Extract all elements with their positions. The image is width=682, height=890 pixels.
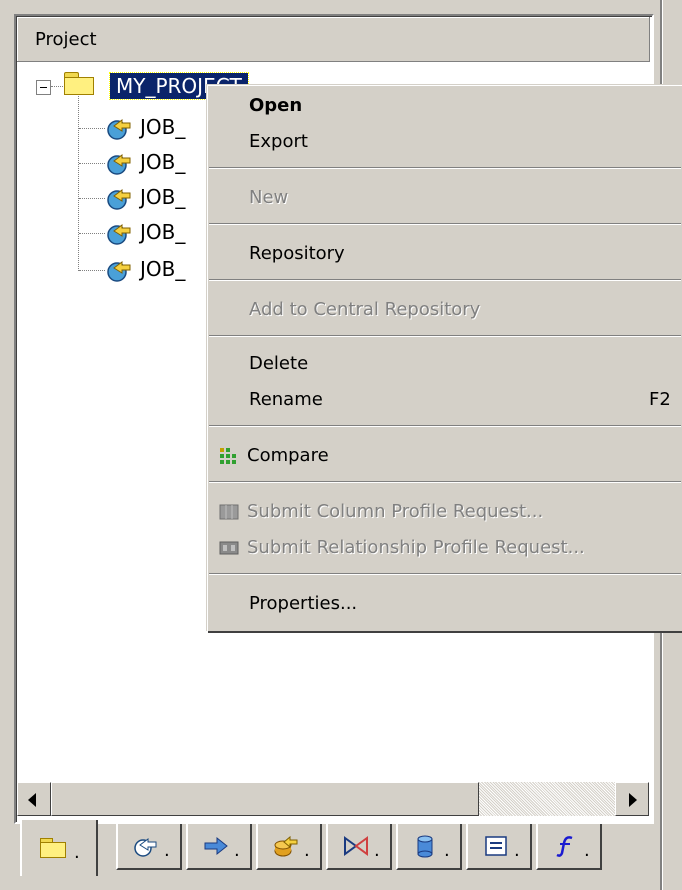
- menu-separator: [209, 573, 681, 575]
- job-icon: [107, 261, 131, 282]
- context-menu: Open Export New Repository Add to Centra…: [206, 84, 682, 631]
- menu-item-delete[interactable]: Delete: [207, 347, 682, 381]
- tab-label: .: [584, 840, 590, 861]
- menu-separator: [209, 279, 681, 281]
- menu-item-label: Add to Central Repository: [249, 299, 481, 320]
- folder-icon: [40, 838, 68, 862]
- menu-item-submit-relationship-profile-request: Submit Relationship Profile Request...: [207, 531, 682, 565]
- menu-item-rename[interactable]: Rename F2: [207, 383, 682, 417]
- scroll-thumb[interactable]: [51, 782, 479, 816]
- job-icon: [107, 224, 131, 245]
- job-icon: [134, 838, 157, 857]
- menu-separator: [209, 335, 681, 337]
- menu-item-label: Delete: [249, 353, 309, 374]
- folder-icon: [64, 72, 94, 95]
- datastore-icon: [417, 835, 433, 858]
- menu-item-shortcut: F2: [649, 389, 671, 410]
- menu-separator: [209, 425, 681, 427]
- transform-icon: [344, 836, 368, 856]
- tab-transforms[interactable]: .: [326, 824, 392, 870]
- menu-item-label: Rename: [249, 389, 323, 410]
- horizontal-scrollbar[interactable]: [17, 782, 649, 816]
- scroll-right-button[interactable]: [615, 782, 649, 816]
- column-profile-icon: [219, 504, 239, 520]
- tab-dataflows[interactable]: .: [256, 824, 322, 870]
- menu-item-label: New: [249, 187, 289, 208]
- job-label: JOB_: [140, 185, 186, 209]
- workflow-icon: [204, 836, 228, 856]
- format-icon: [485, 836, 507, 856]
- job-label: JOB_: [140, 115, 186, 139]
- menu-item-label: Open: [249, 95, 303, 116]
- tab-label: .: [234, 840, 240, 861]
- tab-datastores[interactable]: .: [396, 824, 462, 870]
- menu-item-label: Export: [249, 131, 308, 152]
- menu-item-label: Submit Relationship Profile Request...: [247, 537, 585, 558]
- menu-item-label: Submit Column Profile Request...: [247, 501, 544, 522]
- compare-icon: [220, 448, 236, 464]
- tab-label: .: [514, 840, 520, 861]
- menu-item-compare[interactable]: Compare: [207, 439, 682, 473]
- function-icon: [556, 836, 573, 857]
- arrow-left-icon: [28, 793, 36, 807]
- menu-separator: [209, 481, 681, 483]
- job-icon: [107, 189, 131, 210]
- menu-item-new: New: [207, 181, 682, 215]
- tab-label: .: [164, 840, 170, 861]
- object-library-tabs: . . . . . . . .: [16, 820, 656, 880]
- tab-label: .: [444, 840, 450, 861]
- menu-item-repository[interactable]: Repository: [207, 237, 682, 271]
- tab-label: .: [374, 840, 380, 861]
- menu-item-add-to-central-repository: Add to Central Repository: [207, 293, 682, 327]
- tab-workflows[interactable]: .: [186, 824, 252, 870]
- menu-item-label: Compare: [247, 445, 329, 466]
- tab-projects[interactable]: .: [20, 820, 98, 876]
- column-header[interactable]: Project: [17, 17, 650, 62]
- menu-item-label: Repository: [249, 243, 345, 264]
- menu-item-label: Properties...: [249, 593, 358, 614]
- menu-item-properties[interactable]: Properties...: [207, 587, 682, 621]
- tab-label: .: [304, 840, 310, 861]
- job-icon: [107, 154, 131, 175]
- relationship-profile-icon: [219, 541, 239, 555]
- collapse-icon[interactable]: [36, 80, 51, 95]
- job-label: JOB_: [140, 150, 186, 174]
- job-label: JOB_: [140, 257, 186, 281]
- tab-jobs[interactable]: .: [116, 824, 182, 870]
- menu-item-submit-column-profile-request: Submit Column Profile Request...: [207, 495, 682, 529]
- scroll-left-button[interactable]: [17, 782, 51, 816]
- tab-formats[interactable]: .: [466, 824, 532, 870]
- menu-item-open[interactable]: Open: [207, 89, 682, 123]
- column-header-label: Project: [35, 29, 97, 50]
- tab-functions[interactable]: .: [536, 824, 602, 870]
- menu-separator: [209, 167, 681, 169]
- menu-item-export[interactable]: Export: [207, 125, 682, 159]
- job-label: JOB_: [140, 220, 186, 244]
- job-icon: [107, 119, 131, 140]
- dataflow-icon: [274, 835, 298, 857]
- arrow-right-icon: [629, 793, 637, 807]
- tab-label: .: [74, 842, 80, 863]
- menu-separator: [209, 223, 681, 225]
